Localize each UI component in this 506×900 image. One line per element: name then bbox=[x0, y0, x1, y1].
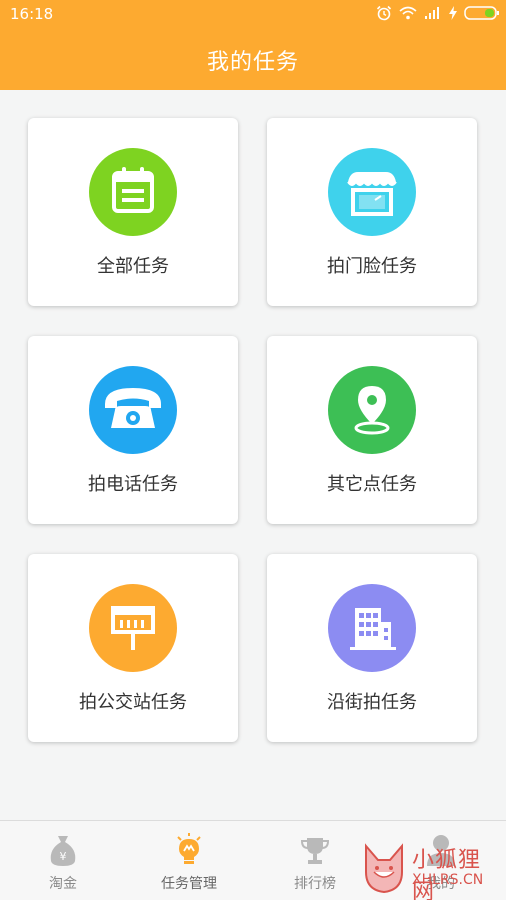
card-label: 其它点任务 bbox=[327, 474, 417, 495]
task-grid: 全部任务 拍门脸任务 拍电话任务 其它点任务 拍公交站任务 沿街拍任务 bbox=[0, 90, 506, 820]
tab-taojin[interactable]: ¥ 淘金 bbox=[0, 821, 126, 900]
card-street-tasks[interactable]: 沿街拍任务 bbox=[267, 554, 477, 742]
card-label: 拍电话任务 bbox=[88, 474, 178, 495]
card-label: 拍公交站任务 bbox=[79, 692, 187, 713]
building-icon bbox=[328, 584, 416, 672]
battery-icon bbox=[464, 6, 499, 20]
status-time: 16:18 bbox=[10, 5, 54, 23]
alarm-icon bbox=[376, 5, 392, 21]
watermark: 小狐狸网 XHLRS.CN bbox=[360, 842, 502, 900]
telephone-icon bbox=[89, 366, 177, 454]
status-bar: 16:18 bbox=[0, 0, 506, 30]
tab-label: 淘金 bbox=[49, 876, 77, 892]
card-all-tasks[interactable]: 全部任务 bbox=[28, 118, 238, 306]
card-label: 拍门脸任务 bbox=[327, 256, 417, 277]
watermark-line2: XHLRS.CN bbox=[412, 872, 484, 888]
page-title: 我的任务 bbox=[206, 50, 299, 75]
charging-icon bbox=[449, 6, 457, 20]
card-label: 全部任务 bbox=[97, 256, 169, 277]
trophy-icon bbox=[300, 838, 330, 864]
watermark-line1: 小狐狸网 bbox=[412, 848, 482, 900]
storefront-icon bbox=[328, 148, 416, 236]
card-phone-tasks[interactable]: 拍电话任务 bbox=[28, 336, 238, 524]
calendar-icon bbox=[89, 148, 177, 236]
tab-label: 任务管理 bbox=[161, 876, 217, 892]
wifi-icon bbox=[399, 6, 417, 20]
lightbulb-icon bbox=[177, 833, 201, 864]
card-label: 沿街拍任务 bbox=[327, 692, 417, 713]
status-icons bbox=[376, 5, 500, 21]
bus-stop-icon bbox=[89, 584, 177, 672]
money-bag-icon: ¥ bbox=[50, 836, 76, 866]
signal-icon bbox=[425, 7, 439, 19]
app-header: 16:18 我的任务 bbox=[0, 0, 506, 90]
map-pin-icon bbox=[328, 366, 416, 454]
card-storefront-tasks[interactable]: 拍门脸任务 bbox=[267, 118, 477, 306]
fox-logo-icon bbox=[365, 843, 403, 894]
tab-task-management[interactable]: 任务管理 bbox=[126, 821, 252, 900]
card-other-point-tasks[interactable]: 其它点任务 bbox=[267, 336, 477, 524]
card-bus-stop-tasks[interactable]: 拍公交站任务 bbox=[28, 554, 238, 742]
svg-text:¥: ¥ bbox=[60, 850, 67, 863]
